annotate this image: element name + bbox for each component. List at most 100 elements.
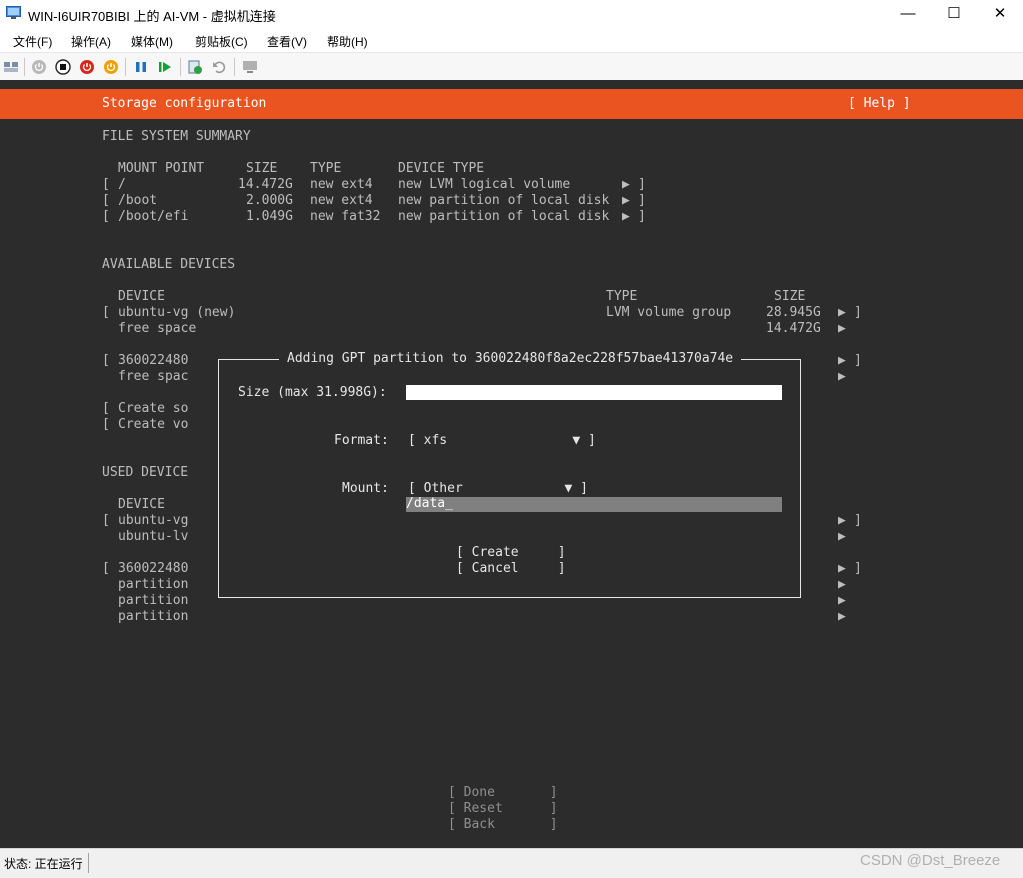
- row-arrow-icon[interactable]: ▶: [838, 593, 846, 609]
- row-device: free spac: [118, 369, 189, 384]
- create-button[interactable]: [ Create ]: [456, 545, 566, 561]
- row-device: free space: [118, 321, 197, 336]
- window-titlebar: WIN-I6UIR70BIBI 上的 AI-VM - 虚拟机连接 — ☐ ✕: [0, 0, 1023, 28]
- row-arrow-icon[interactable]: ▶: [838, 609, 846, 625]
- available-devices-heading: AVAILABLE DEVICES: [102, 257, 236, 272]
- row-bracket-close: ]: [638, 209, 646, 224]
- row-device: partition: [118, 593, 189, 608]
- column-device: DEVICE: [118, 289, 165, 304]
- column-size: SIZE: [246, 161, 278, 176]
- done-button[interactable]: [ Done ]: [448, 785, 558, 801]
- size-label: Size (max 31.998G):: [238, 385, 387, 400]
- row-arrow-icon[interactable]: ▶: [622, 209, 630, 225]
- row-device-type: new partition of local disk: [398, 193, 610, 208]
- cancel-button[interactable]: [ Cancel ]: [456, 561, 566, 577]
- column-device: DEVICE: [118, 497, 165, 512]
- row-arrow-icon[interactable]: ▶: [838, 561, 846, 577]
- menu-view[interactable]: 查看(V): [267, 33, 307, 50]
- dialog-title: Adding GPT partition to 360022480f8a2ec2…: [287, 351, 734, 366]
- status-bar: 状态: 正在运行 CSDN @Dst_Breeze: [0, 848, 1023, 878]
- revert-icon[interactable]: [211, 59, 227, 75]
- row-arrow-icon[interactable]: ▶: [622, 177, 630, 193]
- header-bar: Storage configuration [ Help ]: [0, 89, 1023, 119]
- mount-path-input[interactable]: /data_: [406, 496, 782, 512]
- toolbar-separator: [125, 58, 126, 76]
- column-type: TYPE: [606, 289, 638, 304]
- page-title: Storage configuration: [102, 96, 267, 111]
- back-button[interactable]: [ Back ]: [448, 817, 558, 833]
- row-bracket-open: [: [102, 305, 110, 320]
- pause-icon[interactable]: [133, 59, 149, 75]
- row-arrow-icon[interactable]: ▶: [838, 369, 846, 385]
- row-arrow-icon[interactable]: ▶: [838, 529, 846, 545]
- turn-off-icon[interactable]: [55, 59, 71, 75]
- row-device-type: new partition of local disk: [398, 209, 610, 224]
- watermark: CSDN @Dst_Breeze: [860, 852, 1001, 869]
- row-bracket-open: [: [102, 193, 110, 208]
- mount-path-value: /data_: [406, 496, 453, 511]
- size-input[interactable]: [406, 385, 782, 400]
- row-arrow-icon[interactable]: ▶: [838, 513, 846, 529]
- menu-action[interactable]: 操作(A): [71, 33, 111, 50]
- status-text: 状态: 正在运行: [4, 857, 83, 871]
- power-icon[interactable]: [103, 59, 119, 75]
- help-button[interactable]: [ Help ]: [848, 96, 911, 112]
- maximize-button[interactable]: ☐: [931, 0, 977, 28]
- row-device: 360022480: [118, 561, 189, 576]
- enhanced-session-icon[interactable]: [242, 59, 258, 75]
- row-label: Create vo: [118, 417, 189, 432]
- row-device: ubuntu-vg (new): [118, 305, 236, 320]
- menu-clipboard[interactable]: 剪贴板(C): [195, 33, 248, 50]
- row-bracket-close: ]: [854, 561, 862, 576]
- mount-label: Mount:: [342, 481, 389, 496]
- row-bracket-open: [: [102, 513, 110, 528]
- row-size: 28.945G: [766, 305, 821, 320]
- row-bracket-close: ]: [638, 193, 646, 208]
- row-type: new ext4: [310, 177, 373, 192]
- window-title: WIN-I6UIR70BIBI 上的 AI-VM - 虚拟机连接: [28, 9, 276, 24]
- row-arrow-icon[interactable]: ▶: [622, 193, 630, 209]
- row-type: new fat32: [310, 209, 381, 224]
- row-bracket-open: [: [102, 209, 110, 224]
- format-select[interactable]: [ xfs ▼ ]: [408, 433, 596, 449]
- row-mount: /: [118, 177, 126, 192]
- format-label: Format:: [334, 433, 389, 448]
- vm-connection-icon: [6, 6, 21, 19]
- shutdown-icon[interactable]: [79, 59, 95, 75]
- row-arrow-icon[interactable]: ▶: [838, 305, 846, 321]
- row-size: 1.049G: [246, 209, 293, 224]
- row-type: new ext4: [310, 193, 373, 208]
- mount-select[interactable]: [ Other ▼ ]: [408, 481, 588, 497]
- row-arrow-icon[interactable]: ▶: [838, 353, 846, 369]
- row-bracket-open: [: [102, 417, 110, 432]
- toolbar-separator: [234, 58, 235, 76]
- vm-console[interactable]: Storage configuration [ Help ] FILE SYST…: [0, 80, 1023, 848]
- column-type: TYPE: [310, 161, 342, 176]
- minimize-button[interactable]: —: [885, 0, 931, 28]
- menu-help[interactable]: 帮助(H): [327, 33, 368, 50]
- row-mount: /boot: [118, 193, 158, 208]
- start-icon[interactable]: [31, 59, 47, 75]
- row-bracket-open: [: [102, 177, 110, 192]
- row-bracket-close: ]: [854, 513, 862, 528]
- row-arrow-icon[interactable]: ▶: [838, 577, 846, 593]
- reset-button[interactable]: [ Reset ]: [448, 801, 558, 817]
- close-button[interactable]: ✕: [977, 0, 1023, 28]
- menu-file[interactable]: 文件(F): [13, 33, 52, 50]
- menu-media[interactable]: 媒体(M): [131, 33, 173, 50]
- row-mount: /boot/efi: [118, 209, 189, 224]
- row-bracket-open: [: [102, 401, 110, 416]
- menu-bar: 文件(F) 操作(A) 媒体(M) 剪贴板(C) 查看(V) 帮助(H): [0, 28, 1023, 52]
- row-device: partition: [118, 609, 189, 624]
- row-device: ubuntu-vg: [118, 513, 189, 528]
- row-device-type: new LVM logical volume: [398, 177, 571, 192]
- dialog-title-wrap: Adding GPT partition to 360022480f8a2ec2…: [279, 351, 742, 369]
- ctrl-alt-del-icon[interactable]: [3, 59, 19, 75]
- toolbar: [0, 52, 1023, 81]
- row-arrow-icon[interactable]: ▶: [838, 321, 846, 337]
- add-partition-dialog: Adding GPT partition to 360022480f8a2ec2…: [218, 351, 801, 598]
- checkpoint-icon[interactable]: [187, 59, 203, 75]
- row-device: partition: [118, 577, 189, 592]
- resume-icon[interactable]: [157, 59, 173, 75]
- row-device: ubuntu-lv: [118, 529, 189, 544]
